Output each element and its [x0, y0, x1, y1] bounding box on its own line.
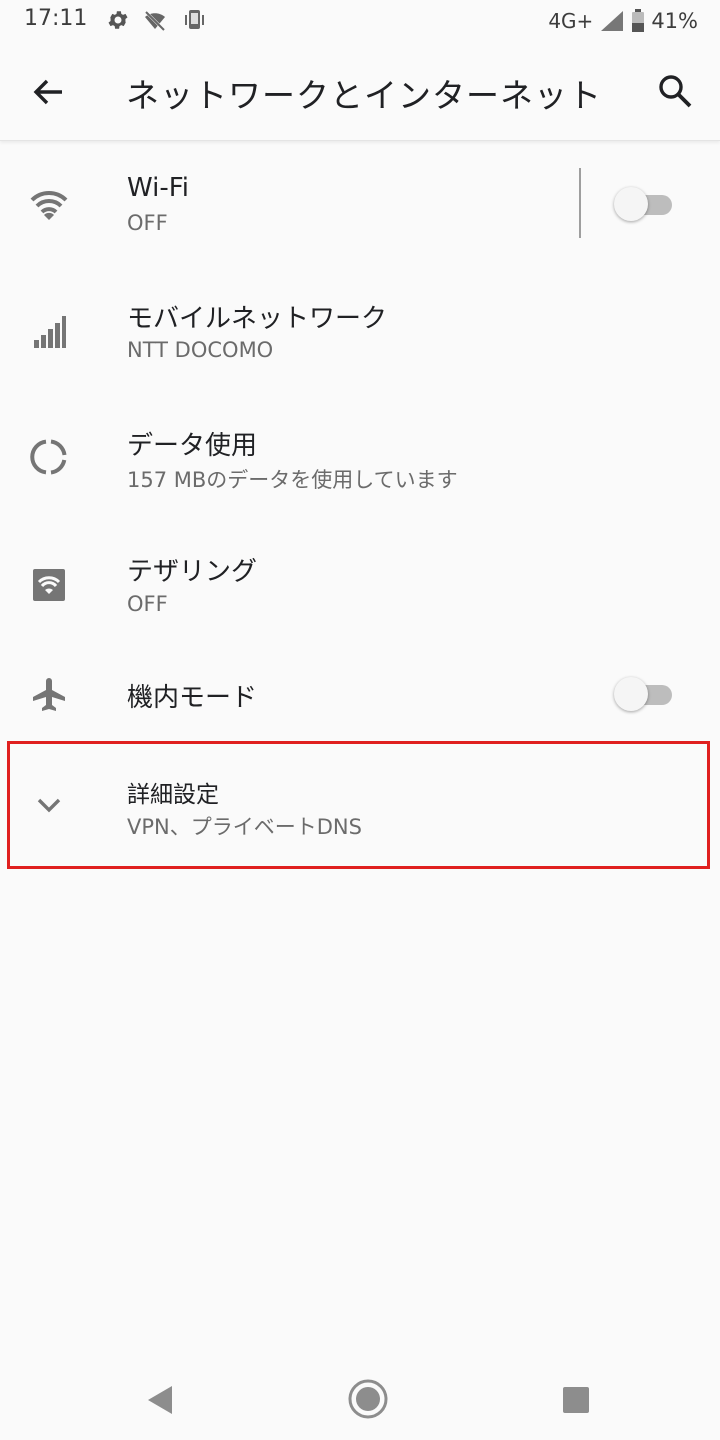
back-arrow-icon[interactable] — [28, 72, 68, 112]
wifi-item[interactable]: Wi-Fi OFF — [0, 140, 720, 266]
airplane-toggle-thumb — [614, 677, 648, 711]
highlight-box — [7, 741, 710, 869]
airplane-mode-toggle[interactable] — [614, 676, 672, 712]
page-title: ネットワークとインターネット — [126, 76, 602, 115]
data-usage-amount: 157 MBのデータを使用しています — [127, 468, 458, 492]
gear-icon — [108, 11, 128, 29]
data-usage-label: データ使用 — [127, 431, 258, 461]
tethering-status: OFF — [127, 592, 168, 616]
navigation-bar — [0, 1356, 720, 1440]
wifi-toggle-thumb — [614, 187, 648, 221]
tethering-label: テザリング — [127, 557, 258, 587]
mobile-network-carrier: NTT DOCOMO — [127, 338, 274, 362]
tethering-item[interactable]: テザリング OFF — [0, 518, 720, 644]
airplane-mode-item[interactable]: 機内モード — [0, 644, 720, 742]
battery-percent: 41% — [651, 9, 698, 33]
airplane-mode-label: 機内モード — [127, 683, 258, 713]
signal-icon — [601, 11, 624, 31]
status-right: 4G+ 41% — [548, 6, 698, 36]
wifi-icon — [30, 190, 68, 220]
phone-vibrate-icon — [185, 10, 204, 29]
airplane-icon — [33, 678, 65, 711]
data-usage-icon — [30, 439, 67, 475]
battery-icon — [632, 9, 645, 32]
wifi-label: Wi-Fi — [127, 173, 190, 203]
hotspot-icon — [33, 569, 65, 601]
wifi-status: OFF — [127, 211, 168, 235]
mobile-network-label: モバイルネットワーク — [127, 304, 388, 334]
nav-recents-icon[interactable] — [563, 1387, 589, 1413]
wifi-toggle[interactable] — [614, 186, 672, 222]
mobile-network-item[interactable]: モバイルネットワーク NTT DOCOMO — [0, 266, 720, 392]
data-usage-item[interactable]: データ使用 157 MBのデータを使用しています — [0, 392, 720, 518]
network-type: 4G+ — [548, 9, 594, 33]
nav-back-icon[interactable] — [146, 1384, 174, 1416]
status-time: 17:11 — [24, 6, 88, 31]
nav-home-icon[interactable] — [347, 1378, 389, 1420]
wifi-divider — [579, 168, 581, 238]
cellular-signal-icon — [34, 316, 66, 348]
app-bar: ネットワークとインターネット — [0, 42, 720, 141]
status-bar: 17:11 4G+ 41% — [0, 0, 720, 42]
no-wifi-icon — [144, 10, 166, 32]
search-icon[interactable] — [656, 72, 696, 112]
